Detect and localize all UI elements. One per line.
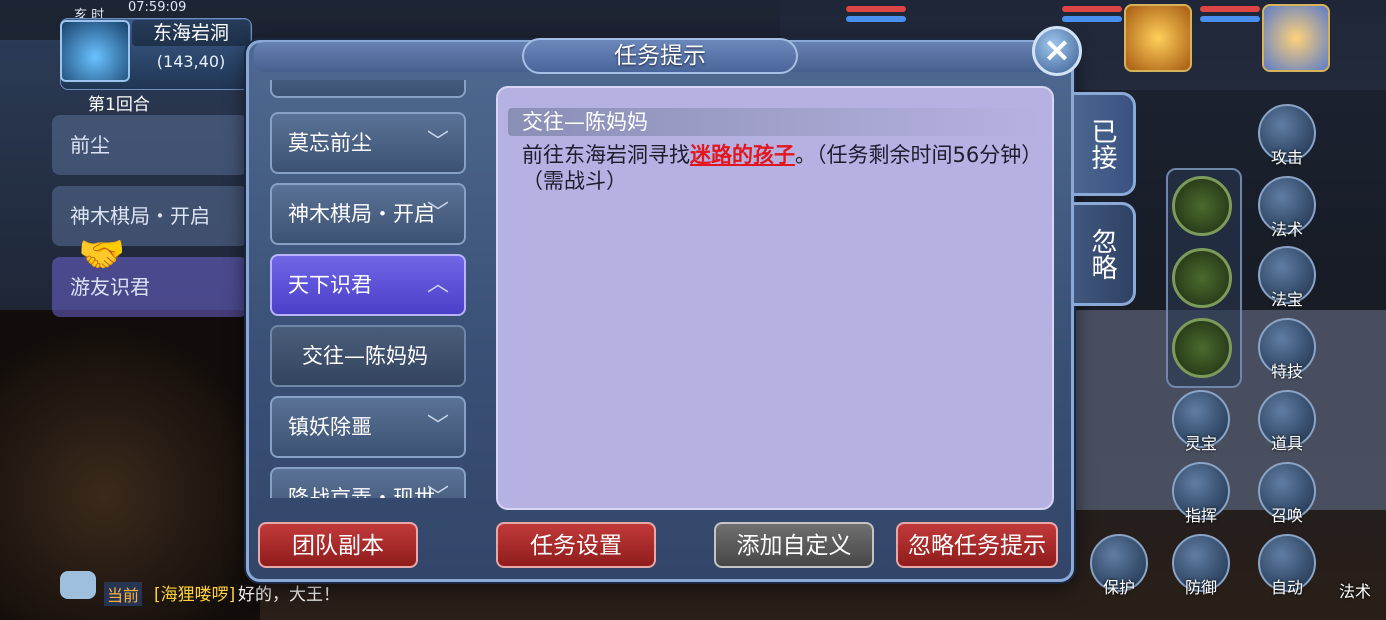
chat-channel-tag[interactable]: 当前 [104, 582, 143, 606]
formation-skill-icon[interactable] [1172, 176, 1232, 236]
skill-label: 道具 [1270, 434, 1303, 453]
task-category-item-active[interactable]: 天下识君 ︿ [270, 254, 466, 316]
mp-bar [1200, 16, 1260, 22]
hp-bar [846, 6, 906, 12]
task-category-item[interactable]: 降战京弄・现世 ﹀ [270, 467, 466, 498]
task-category-label: 降战京弄・现世 [288, 486, 435, 498]
skill-label: 法术 [1338, 582, 1371, 601]
chat-message: 好的，大王！ [238, 585, 340, 605]
task-category-item[interactable] [270, 80, 466, 98]
skill-label: 攻击 [1270, 148, 1303, 167]
skill-label: 法术 [1270, 220, 1303, 239]
formation-skill-icon[interactable] [1172, 248, 1232, 308]
task-category-label: 莫忘前尘 [288, 131, 372, 155]
chevron-down-icon: ﹀ [426, 201, 449, 226]
skill-label: 灵宝 [1184, 434, 1217, 453]
battle-scene-ground [0, 310, 260, 620]
skill-label: 召唤 [1270, 506, 1303, 525]
mp-bar [1062, 16, 1122, 22]
map-name: 东海岩洞 [132, 20, 250, 46]
chevron-down-icon: ﹀ [426, 414, 449, 439]
chevron-down-icon: ﹀ [426, 485, 449, 498]
task-item-label: 交往—陈妈妈 [302, 344, 428, 368]
task-category-label: 镇妖除噩 [288, 415, 372, 439]
task-category-item[interactable]: 神木棋局・开启 ﹀ [270, 183, 466, 245]
chat-bubble-icon[interactable] [60, 571, 96, 599]
mp-bar [846, 16, 906, 22]
task-detail-text-before: 前往东海岩洞寻找 [522, 143, 690, 167]
task-category-item[interactable]: 莫忘前尘 ﹀ [270, 112, 466, 174]
clock: 07:59:09 [128, 0, 187, 15]
task-category-label: 神木棋局・开启 [288, 202, 435, 226]
add-custom-button[interactable]: 添加自定义 [714, 522, 874, 568]
skill-label: 自动 [1270, 578, 1303, 597]
dialog-title: 任务提示 [522, 38, 798, 74]
map-coordinates: (143,40) [156, 52, 226, 71]
chevron-down-icon: ﹀ [426, 130, 449, 155]
skill-label: 防御 [1184, 578, 1217, 597]
skill-label: 指挥 [1184, 506, 1217, 525]
skill-label: 保护 [1102, 578, 1135, 597]
chevron-up-icon: ︿ [426, 272, 449, 297]
ignore-task-hint-button[interactable]: 忽略任务提示 [896, 522, 1058, 568]
skill-label: 法宝 [1270, 290, 1303, 309]
close-button[interactable]: × [1032, 26, 1082, 76]
task-category-item[interactable]: 镇妖除噩 ﹀ [270, 396, 466, 458]
pet-avatar-icon[interactable] [1262, 4, 1330, 72]
task-item[interactable]: 交往—陈妈妈 [270, 325, 466, 387]
tab-accepted[interactable]: 已接 [1074, 92, 1136, 196]
player-portrait[interactable] [60, 20, 130, 82]
battle-round: 第1回合 [88, 95, 150, 115]
task-category-label: 天下识君 [288, 273, 372, 297]
hp-bar [1062, 6, 1122, 12]
task-detail-text: 前往东海岩洞寻找迷路的孩子。（任务剩余时间56分钟）（需战斗） [522, 142, 1034, 194]
chat-speaker[interactable]: [海狸喽啰] [154, 580, 235, 605]
task-detail-title: 交往—陈妈妈 [522, 110, 648, 134]
team-dungeon-button[interactable]: 团队副本 [258, 522, 418, 568]
hp-bar [1200, 6, 1260, 12]
device-status-bar: 亥 时 07:59:09 [0, 0, 270, 23]
teammate-avatar-icon[interactable] [1124, 4, 1192, 72]
skill-label: 特技 [1270, 362, 1303, 381]
friend-handshake-icon[interactable]: 🤝 [72, 232, 132, 280]
task-settings-button[interactable]: 任务设置 [496, 522, 656, 568]
formation-skill-icon[interactable] [1172, 318, 1232, 378]
tab-ignored[interactable]: 忽略 [1074, 202, 1136, 306]
task-list[interactable]: 莫忘前尘 ﹀ 神木棋局・开启 ﹀ 天下识君 ︿ 交往—陈妈妈 镇妖除噩 ﹀ 降战… [268, 80, 470, 498]
bg-task-tab-1: 前尘 [52, 115, 248, 175]
npc-link[interactable]: 迷路的孩子 [690, 143, 795, 167]
